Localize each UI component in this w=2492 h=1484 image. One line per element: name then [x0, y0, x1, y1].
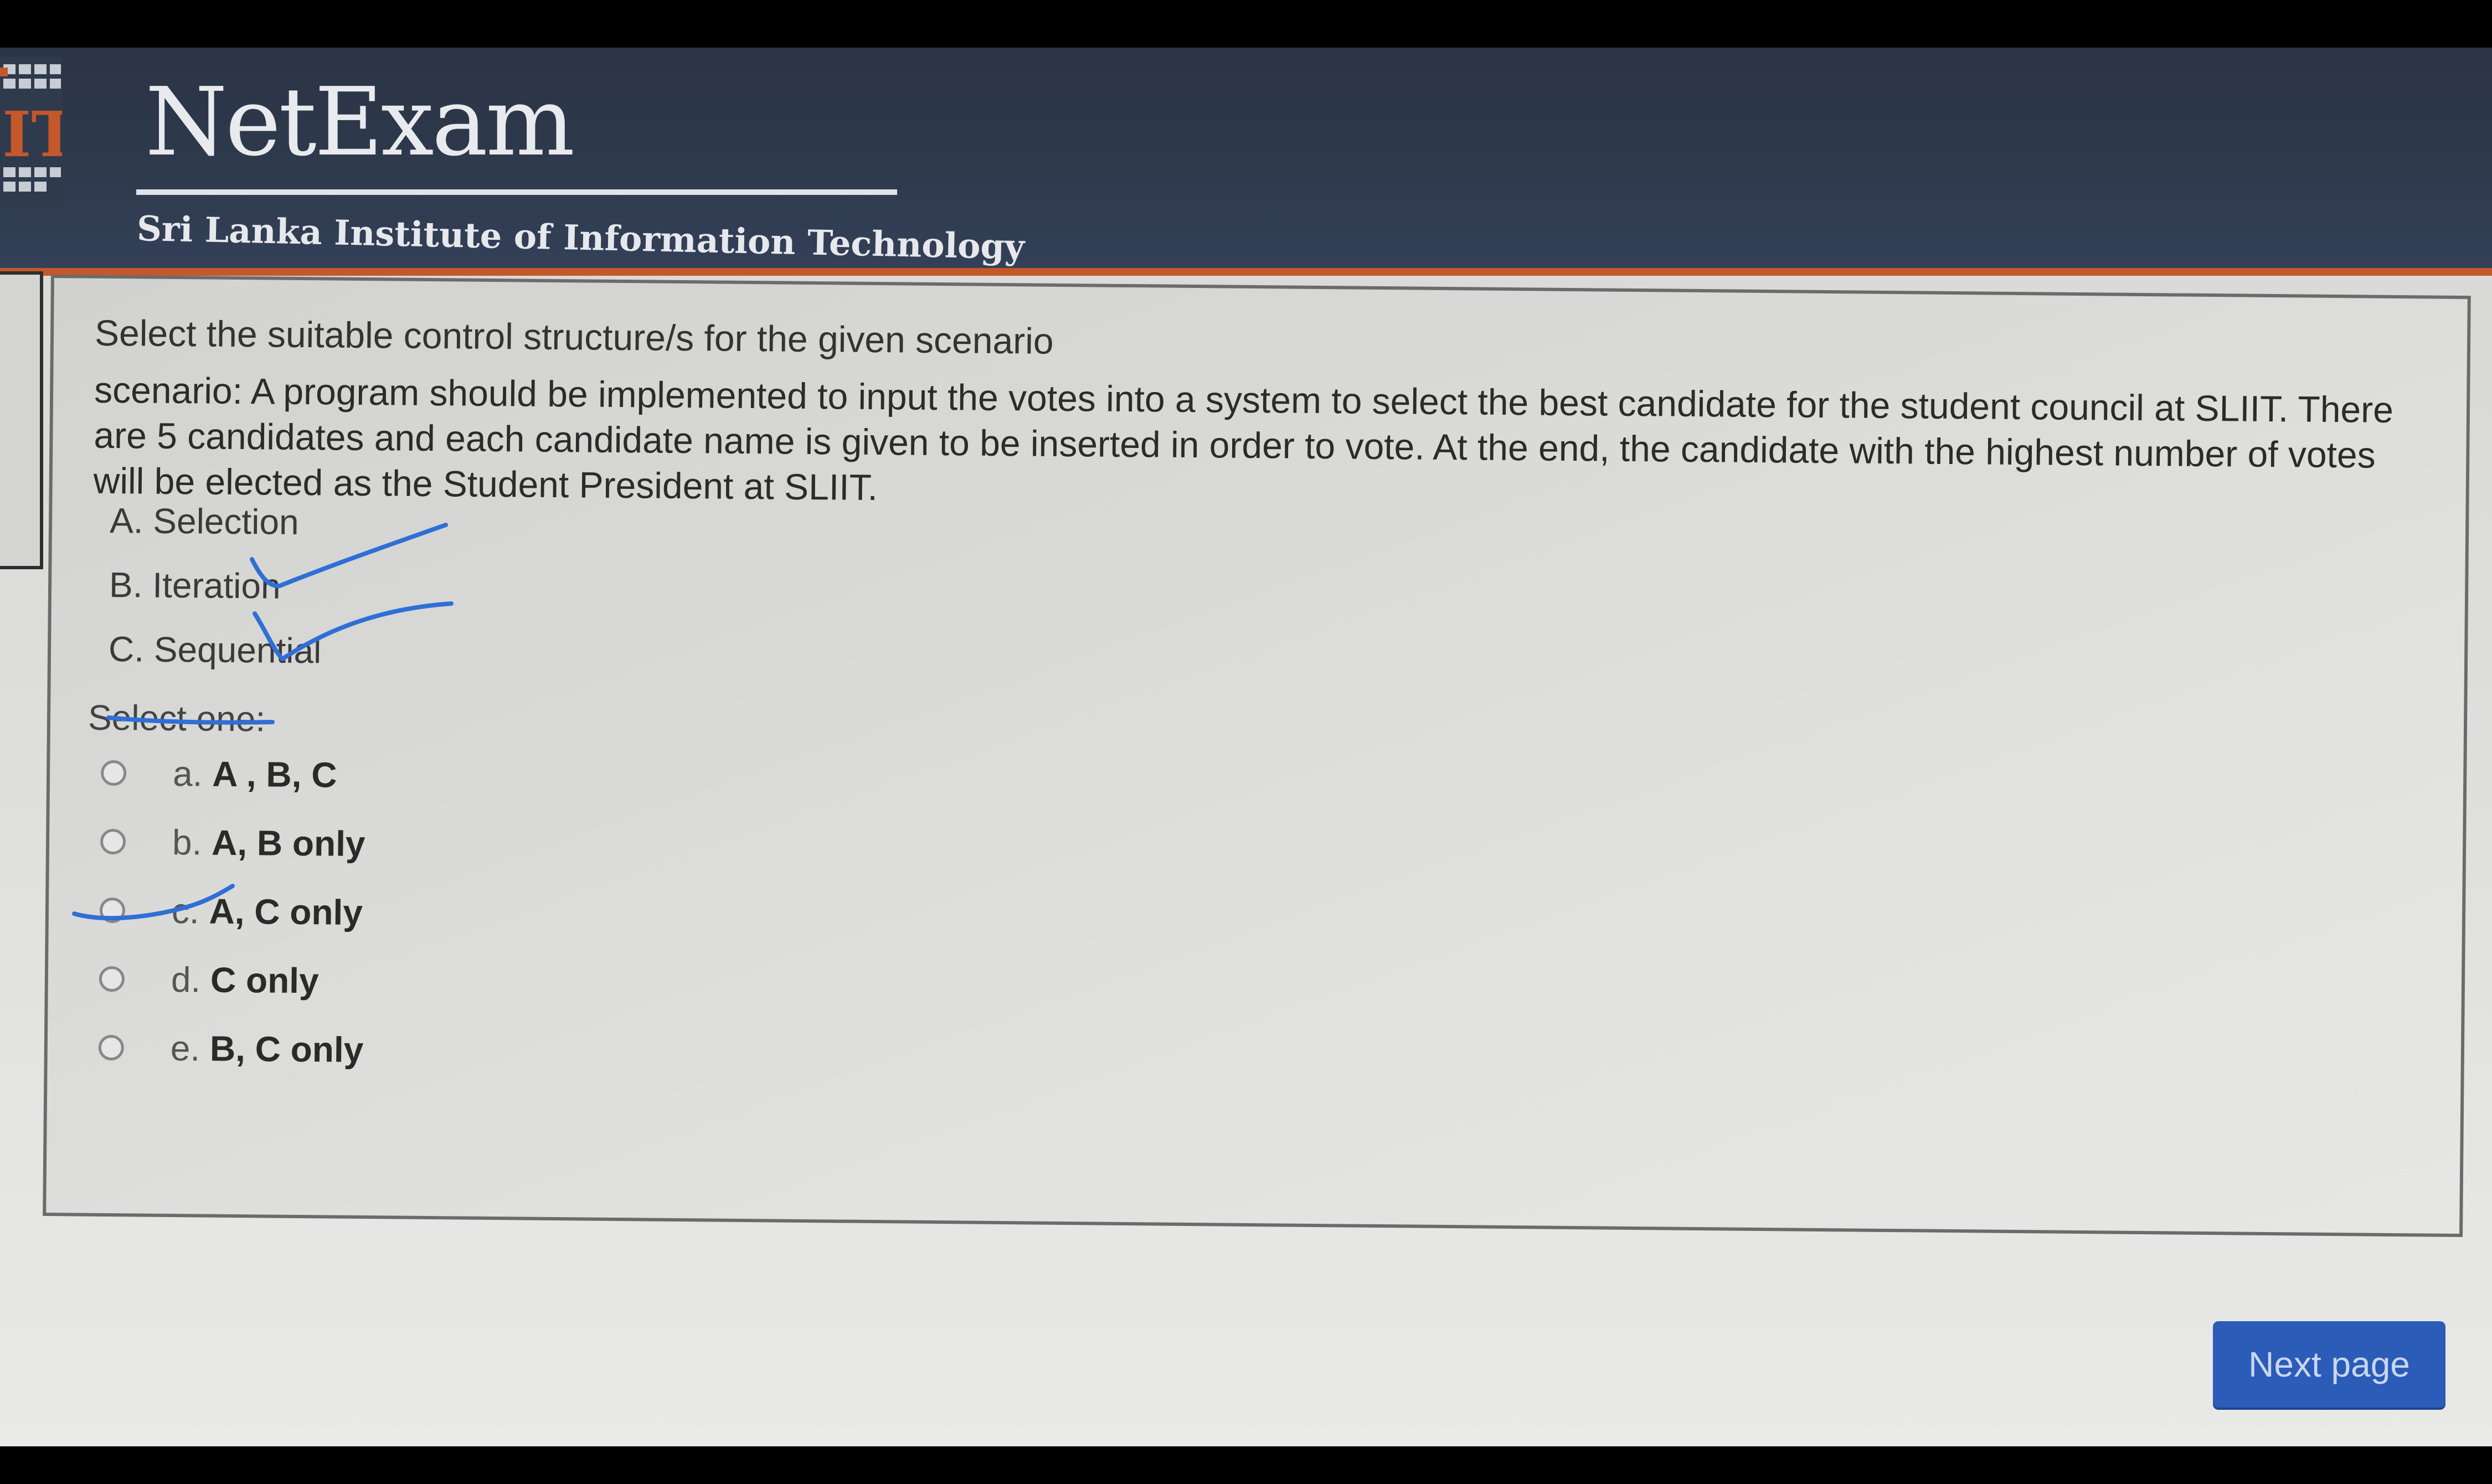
app-title: NetExam	[145, 68, 575, 177]
question-card: Select the suitable control structure/s …	[43, 275, 2471, 1238]
institute-name: Sri Lanka Institute of Information Techn…	[136, 208, 1025, 267]
answer-text: A, B only	[211, 822, 365, 864]
question-option-c: C. Sequential	[108, 628, 322, 671]
answer-letter: b.	[172, 822, 202, 863]
answer-choice-c[interactable]: c. A, C only	[99, 885, 363, 937]
radio-button[interactable]	[99, 897, 126, 924]
answer-letter: a.	[172, 753, 203, 794]
answer-text: C only	[210, 960, 319, 1001]
answer-label[interactable]: b. A, B only	[172, 822, 365, 864]
select-one-prompt: Select one:	[87, 697, 266, 739]
svg-text:IT: IT	[2, 99, 62, 171]
question-scenario: scenario: A program should be implemente…	[93, 369, 2394, 508]
radio-button[interactable]	[99, 966, 125, 992]
question-option-a: A. Selection	[109, 500, 299, 542]
answer-choice-b[interactable]: b. A, B only	[100, 817, 365, 869]
answer-choice-e[interactable]: e. B, C only	[98, 1023, 364, 1075]
answer-letter: e.	[170, 1028, 200, 1069]
question-title: Select the suitable control structure/s …	[94, 312, 1054, 362]
answer-label[interactable]: d. C only	[171, 959, 319, 1001]
photo-frame: IT NetExam Sri Lanka Institute of Inform…	[0, 0, 2492, 1484]
radio-button[interactable]	[98, 1034, 125, 1061]
answer-text: A, C only	[209, 891, 363, 932]
answer-label[interactable]: a. A , B, C	[173, 753, 337, 796]
radio-button[interactable]	[100, 828, 126, 855]
sliit-logo-icon: IT	[0, 56, 62, 206]
side-panel-tab[interactable]	[0, 271, 43, 569]
answer-letter: c.	[171, 890, 200, 931]
answer-label[interactable]: e. B, C only	[170, 1028, 364, 1070]
question-option-b: B. Iteration	[109, 564, 281, 606]
answer-choice-d[interactable]: d. C only	[99, 954, 319, 1006]
header-divider	[136, 189, 897, 195]
next-page-button[interactable]: Next page	[2213, 1321, 2445, 1408]
radio-button[interactable]	[100, 760, 127, 786]
answer-choice-a[interactable]: a. A , B, C	[100, 748, 337, 800]
browser-screen: IT NetExam Sri Lanka Institute of Inform…	[0, 48, 2492, 1446]
answer-text: B, C only	[209, 1028, 364, 1070]
answer-text: A , B, C	[212, 754, 337, 795]
answer-letter: d.	[171, 959, 201, 1000]
site-header: IT NetExam Sri Lanka Institute of Inform…	[0, 48, 2492, 276]
answer-label[interactable]: c. A, C only	[172, 890, 363, 933]
